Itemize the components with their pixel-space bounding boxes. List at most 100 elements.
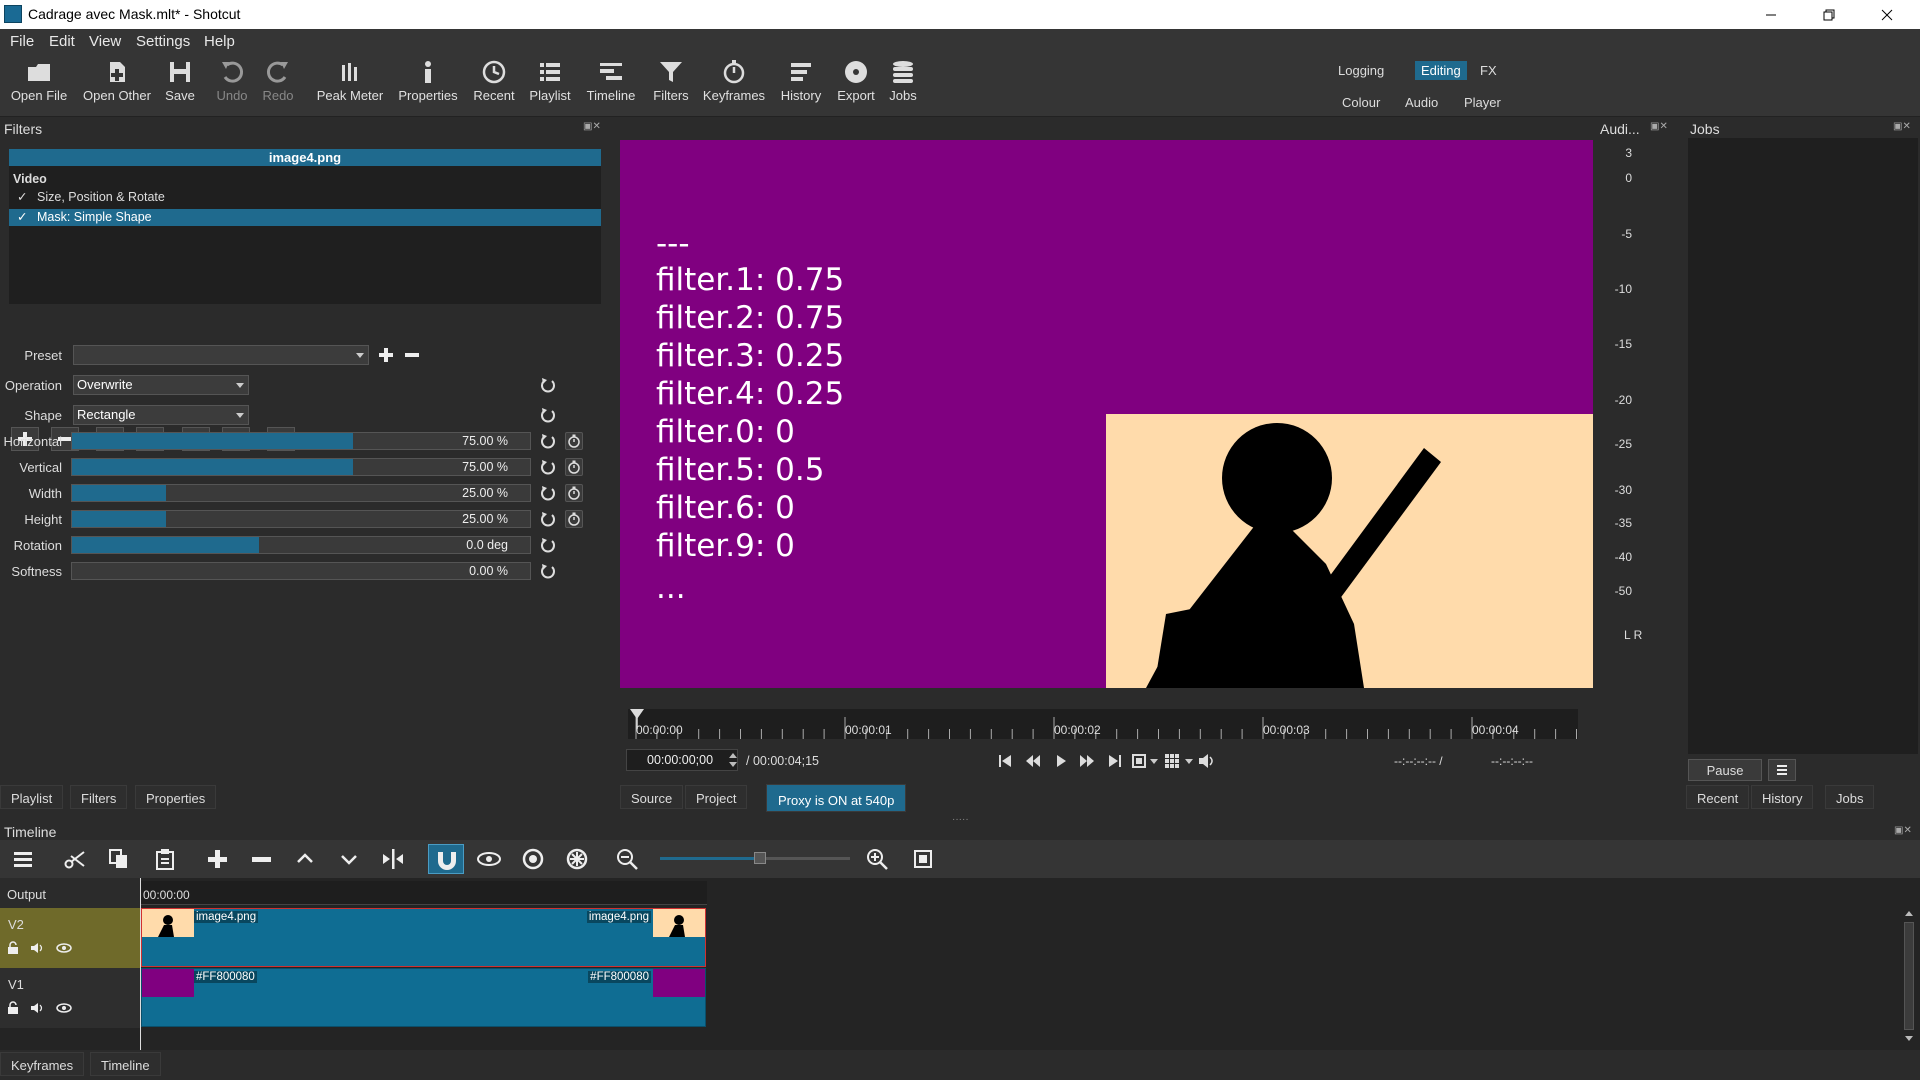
open-file-button[interactable]: Open File (10, 59, 68, 103)
layout-audio[interactable]: Audio (1399, 93, 1444, 112)
param-value[interactable]: 25.00 % (462, 486, 508, 500)
clip-v2[interactable]: image4.png image4.png (141, 908, 706, 967)
param-value[interactable]: 25.00 % (462, 512, 508, 526)
eye-icon[interactable] (56, 1001, 72, 1015)
copy-icon[interactable] (108, 848, 130, 870)
time-ruler[interactable]: 00:00:00 00:00:01 00:00:02 00:00:03 00:00:04 (628, 709, 1578, 739)
param-slider[interactable]: 75.00 % (71, 432, 531, 450)
vertical-scrollbar[interactable] (1902, 908, 1916, 1048)
zoom-preview-icon[interactable] (1132, 753, 1158, 769)
lock-icon[interactable] (6, 1001, 20, 1015)
zoom-in-icon[interactable] (866, 848, 888, 870)
tab-filters[interactable]: Filters (70, 785, 128, 809)
history-button[interactable]: History (778, 59, 824, 103)
tab-timeline[interactable]: Timeline (90, 1052, 161, 1076)
zoom-fit-icon[interactable] (912, 848, 934, 870)
overwrite-icon[interactable] (338, 848, 360, 870)
keyframe-stopwatch-icon[interactable] (565, 432, 583, 450)
param-value[interactable]: 0.00 % (469, 564, 508, 578)
split-icon[interactable] (382, 848, 404, 870)
shape-combo[interactable]: Rectangle (73, 405, 249, 425)
volume-icon[interactable] (1198, 752, 1216, 770)
tab-recent[interactable]: Recent (1686, 785, 1750, 809)
param-slider[interactable]: 0.0 deg (71, 536, 531, 554)
tab-playlist[interactable]: Playlist (0, 785, 64, 809)
param-value[interactable]: 75.00 % (462, 434, 508, 448)
skip-to-start-icon[interactable] (998, 754, 1012, 768)
jobs-menu-button[interactable] (1768, 759, 1796, 781)
panel-dock-controls[interactable]: ▣✕ (583, 121, 601, 132)
panel-dock-controls[interactable]: ▣✕ (1894, 825, 1912, 836)
reset-icon[interactable] (540, 433, 556, 449)
layout-editing[interactable]: Editing (1415, 61, 1467, 80)
scrollbar-thumb[interactable] (1904, 922, 1914, 1030)
ripple-icon[interactable] (522, 848, 544, 870)
ripple-all-icon[interactable] (566, 848, 588, 870)
snap-toggle[interactable] (428, 844, 464, 874)
lift-icon[interactable] (294, 848, 316, 870)
open-other-button[interactable]: Open Other (80, 59, 154, 103)
reset-icon[interactable] (540, 407, 556, 423)
export-button[interactable]: Export (834, 59, 878, 103)
operation-combo[interactable]: Overwrite (73, 375, 249, 395)
param-slider[interactable]: 25.00 % (71, 484, 531, 502)
layout-logging[interactable]: Logging (1332, 61, 1390, 80)
track-header-v1[interactable]: V1 (0, 968, 140, 1028)
grid-icon[interactable] (1164, 753, 1194, 769)
zoom-slider[interactable] (660, 852, 850, 864)
menu-view[interactable]: View (89, 33, 121, 50)
reset-icon[interactable] (540, 537, 556, 553)
filter-item[interactable]: ✓ Size, Position & Rotate (9, 189, 601, 206)
filter-item-selected[interactable]: ✓ Mask: Simple Shape (9, 209, 601, 226)
jobs-button[interactable]: Jobs (886, 59, 920, 103)
playlist-button[interactable]: Playlist (528, 59, 572, 103)
clip-v1[interactable]: #FF800080 #FF800080 (141, 968, 706, 1027)
delete-preset-button[interactable] (404, 347, 422, 365)
undo-button[interactable]: Undo (214, 59, 250, 103)
preset-combo[interactable] (73, 345, 369, 365)
panel-dock-controls[interactable]: ▣✕ (1650, 121, 1668, 132)
reset-icon[interactable] (540, 377, 556, 393)
menu-icon[interactable] (12, 848, 34, 870)
pause-button[interactable]: Pause (1688, 759, 1762, 781)
ripple-delete-icon[interactable] (250, 848, 272, 870)
filter-checkbox[interactable]: ✓ (17, 209, 27, 226)
eye-icon[interactable] (56, 941, 72, 955)
scroll-up-icon[interactable] (1902, 908, 1916, 918)
recent-button[interactable]: Recent (472, 59, 516, 103)
tab-properties[interactable]: Properties (135, 785, 217, 809)
tab-keyframes[interactable]: Keyframes (0, 1052, 85, 1076)
layout-player[interactable]: Player (1458, 93, 1507, 112)
tab-project[interactable]: Project (685, 785, 748, 809)
append-icon[interactable] (206, 848, 228, 870)
skip-to-end-icon[interactable] (1108, 754, 1122, 768)
peak-meter-button[interactable]: Peak Meter (314, 59, 386, 103)
param-slider[interactable]: 25.00 % (71, 510, 531, 528)
paste-icon[interactable] (154, 848, 176, 870)
cut-icon[interactable] (64, 848, 86, 870)
keyframes-button[interactable]: Keyframes (702, 59, 766, 103)
menu-help[interactable]: Help (204, 33, 235, 50)
panel-dock-controls[interactable]: ▣✕ (1893, 121, 1911, 132)
tab-jobs[interactable]: Jobs (1825, 785, 1875, 809)
layout-fx[interactable]: FX (1474, 61, 1503, 80)
properties-button[interactable]: Properties (396, 59, 460, 103)
timeline-ruler[interactable]: 00:00:00 (141, 881, 707, 905)
position-timecode[interactable]: 00:00:00;00 (626, 749, 738, 771)
keyframe-stopwatch-icon[interactable] (565, 510, 583, 528)
timecode-spinner[interactable] (728, 751, 738, 769)
fast-forward-icon[interactable] (1079, 754, 1095, 768)
close-button[interactable] (1864, 0, 1910, 29)
param-slider[interactable]: 0.00 % (71, 562, 531, 580)
reset-icon[interactable] (540, 511, 556, 527)
param-value[interactable]: 75.00 % (462, 460, 508, 474)
layout-colour[interactable]: Colour (1336, 93, 1386, 112)
param-slider[interactable]: 75.00 % (71, 458, 531, 476)
save-preset-button[interactable] (378, 347, 396, 365)
tab-history[interactable]: History (1751, 785, 1814, 809)
rewind-icon[interactable] (1025, 754, 1041, 768)
filters-button[interactable]: Filters (650, 59, 692, 103)
restore-button[interactable] (1806, 0, 1852, 29)
mute-icon[interactable] (30, 941, 46, 955)
scroll-down-icon[interactable] (1902, 1034, 1916, 1044)
